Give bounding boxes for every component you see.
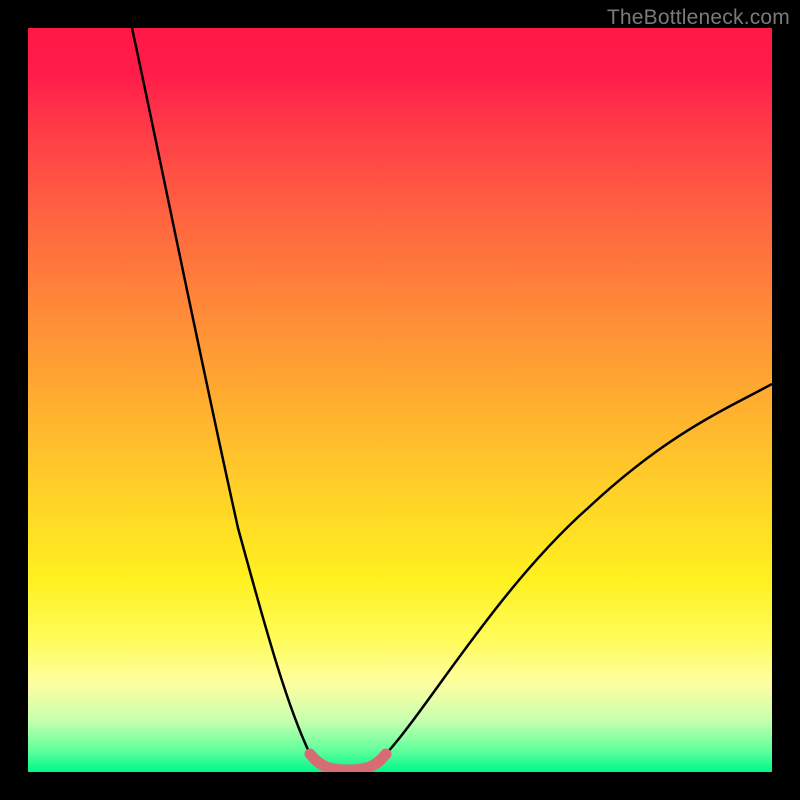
plot-area	[28, 28, 772, 772]
watermark-text: TheBottleneck.com	[607, 6, 790, 30]
bottleneck-curve	[28, 28, 772, 772]
curve-right-branch	[386, 384, 772, 754]
curve-left-branch	[132, 28, 310, 754]
curve-highlighted-bottom	[310, 754, 386, 770]
